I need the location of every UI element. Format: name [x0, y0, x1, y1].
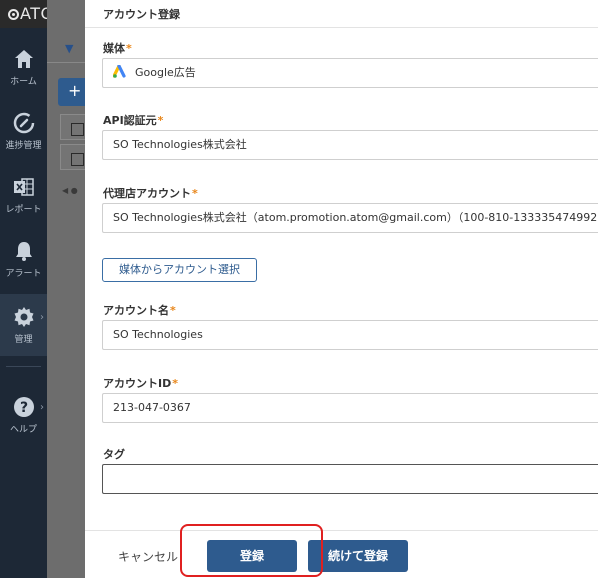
- svg-text:?: ?: [19, 400, 27, 416]
- select-account-from-media-button[interactable]: 媒体からアカウント選択: [102, 258, 257, 282]
- media-label: 媒体*: [103, 42, 132, 55]
- progress-icon: [13, 112, 34, 134]
- filter-icon: ▼: [65, 42, 74, 55]
- gear-icon: [14, 307, 33, 327]
- media-value: Google広告: [135, 66, 196, 79]
- row-checkbox: [60, 114, 85, 140]
- agency-account-label: 代理店アカウント*: [103, 187, 198, 200]
- nav-item-alert[interactable]: アラート: [0, 228, 47, 290]
- register-continue-button[interactable]: 続けて登録: [308, 540, 408, 572]
- chevron-right-icon: ›: [40, 402, 44, 413]
- agency-account-field[interactable]: SO Technologies株式会社（atom.promotion.atom@…: [102, 203, 598, 233]
- nav-divider: [6, 366, 41, 367]
- add-button: +: [58, 78, 85, 106]
- nav-item-progress[interactable]: 進捗管理: [0, 100, 47, 162]
- nav-label-alert: アラート: [5, 269, 42, 279]
- nav-label-manage: 管理: [14, 335, 33, 345]
- nav-item-home[interactable]: ホーム: [0, 36, 47, 98]
- left-sidebar: ホーム 進捗管理 レポート アラート 管理 › ? ヘルプ ›: [0, 0, 47, 578]
- modal-title: アカウント登録: [103, 8, 180, 21]
- media-field[interactable]: Google広告: [102, 58, 598, 88]
- nav-label-report: レポート: [5, 205, 42, 215]
- footer-divider: [85, 530, 598, 531]
- nav-label-help: ヘルプ: [9, 425, 37, 435]
- nav-label-home: ホーム: [10, 77, 37, 87]
- logo-mark-icon: [8, 9, 19, 20]
- nav-item-manage[interactable]: 管理 ›: [0, 294, 47, 356]
- highlight-box: [180, 524, 323, 577]
- divider: [85, 27, 598, 28]
- account-id-label: アカウントID*: [103, 377, 178, 390]
- home-icon: [14, 50, 33, 68]
- background-page: ▼ + ◀ ●: [47, 0, 85, 578]
- nav-label-progress: 進捗管理: [5, 141, 42, 151]
- account-id-input[interactable]: 213-047-0367: [102, 393, 598, 423]
- excel-report-icon: [13, 178, 34, 196]
- nav-item-report[interactable]: レポート: [0, 164, 47, 226]
- cancel-button[interactable]: キャンセル: [118, 548, 178, 565]
- scroll-left-icon: ◀ ●: [62, 186, 78, 195]
- tag-label: タグ: [103, 448, 125, 461]
- chevron-right-icon: ›: [40, 312, 44, 323]
- account-register-modal: アカウント登録 媒体* Google広告 API認証元* SO Technolo…: [85, 0, 598, 578]
- tag-input[interactable]: [102, 464, 598, 494]
- api-source-field[interactable]: SO Technologies株式会社: [102, 130, 598, 160]
- row-checkbox: [60, 144, 85, 170]
- help-icon: ?: [13, 397, 34, 417]
- google-ads-icon: [113, 65, 126, 78]
- nav-item-help[interactable]: ? ヘルプ ›: [0, 384, 47, 446]
- divider: [47, 62, 85, 63]
- bell-icon: [15, 242, 32, 261]
- account-name-label: アカウント名*: [103, 304, 176, 317]
- api-source-label: API認証元*: [103, 114, 164, 127]
- account-name-input[interactable]: SO Technologies: [102, 320, 598, 350]
